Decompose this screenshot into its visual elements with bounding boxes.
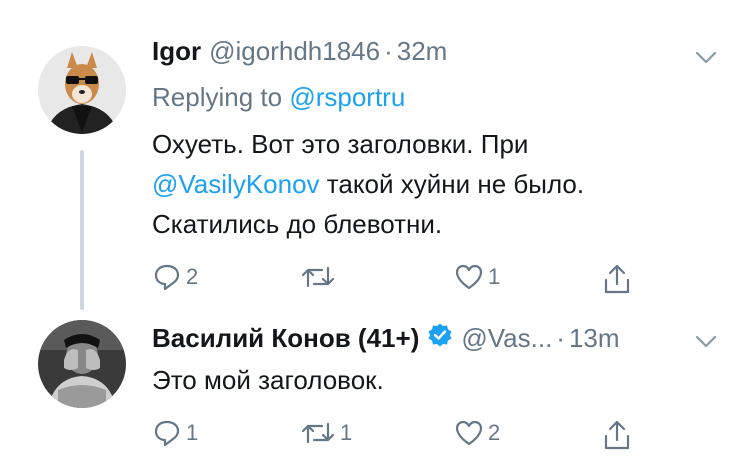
share-button[interactable] (602, 418, 632, 452)
thread-line (80, 150, 84, 310)
reply-icon (154, 264, 180, 291)
like-button[interactable]: 1 (454, 262, 500, 292)
share-icon (604, 420, 630, 450)
replying-prefix: Replying to (152, 82, 290, 112)
tweet-header: Igor @igorhdh1846 · 32m (152, 36, 447, 67)
like-count: 2 (488, 420, 501, 445)
tweet-2[interactable]: Василий Конов (41+) @Vas... · 13m Это мо… (0, 300, 750, 456)
tweet-text-line: Это мой заголовок. (152, 365, 384, 395)
tweet-text-line: @VasilyKonov такой хуйни не было. (152, 164, 584, 204)
tweet-1[interactable]: Igor @igorhdh1846 · 32m Replying to @rsp… (0, 0, 750, 320)
like-count: 1 (488, 264, 501, 289)
tweet-text: Это мой заголовок. (152, 360, 384, 400)
tweet-actions: 1 1 2 (152, 418, 642, 454)
retweet-icon (301, 266, 335, 288)
avatar[interactable] (38, 320, 126, 408)
tweet-text-fragment: такой хуйни не было. (319, 169, 585, 199)
user-handle[interactable]: @Vas... (461, 323, 552, 354)
user-handle[interactable]: @igorhdh1846 (209, 36, 380, 67)
replying-to-link[interactable]: @rsportru (289, 82, 405, 112)
retweet-button[interactable]: 1 (300, 418, 352, 448)
like-icon (455, 420, 483, 446)
tweet-text-line: Скатились до блевотни. (152, 209, 443, 239)
reply-count: 1 (186, 420, 199, 445)
reply-icon (154, 420, 180, 447)
chevron-down-icon[interactable] (694, 48, 718, 68)
tweet-actions: 2 1 (152, 262, 642, 298)
retweet-count: 1 (340, 420, 353, 445)
chevron-down-icon[interactable] (694, 332, 718, 352)
like-button[interactable]: 2 (454, 418, 500, 448)
reply-button[interactable]: 1 (152, 418, 198, 448)
retweet-button[interactable] (300, 262, 340, 292)
separator-dot: · (556, 323, 565, 353)
tweet-header: Василий Конов (41+) @Vas... · 13m (152, 322, 620, 355)
display-name[interactable]: Василий Конов (41+) (152, 323, 419, 354)
verified-badge-icon (427, 322, 453, 355)
tweet-text: Охуеть. Вот это заголовки. При @VasilyKo… (152, 124, 584, 244)
like-icon (455, 264, 483, 290)
retweet-icon (301, 422, 335, 444)
separator-dot: · (384, 36, 393, 66)
avatar[interactable] (38, 46, 126, 134)
reply-button[interactable]: 2 (152, 262, 198, 292)
display-name[interactable]: Igor (152, 36, 201, 67)
share-icon (604, 264, 630, 294)
mention-link[interactable]: @VasilyKonov (152, 169, 320, 199)
replying-to: Replying to @rsportru (152, 82, 405, 113)
reply-count: 2 (186, 264, 199, 289)
timestamp[interactable]: 13m (569, 323, 620, 354)
share-button[interactable] (602, 262, 632, 296)
timestamp[interactable]: 32m (397, 36, 448, 67)
tweet-text-line: Охуеть. Вот это заголовки. При (152, 129, 529, 159)
